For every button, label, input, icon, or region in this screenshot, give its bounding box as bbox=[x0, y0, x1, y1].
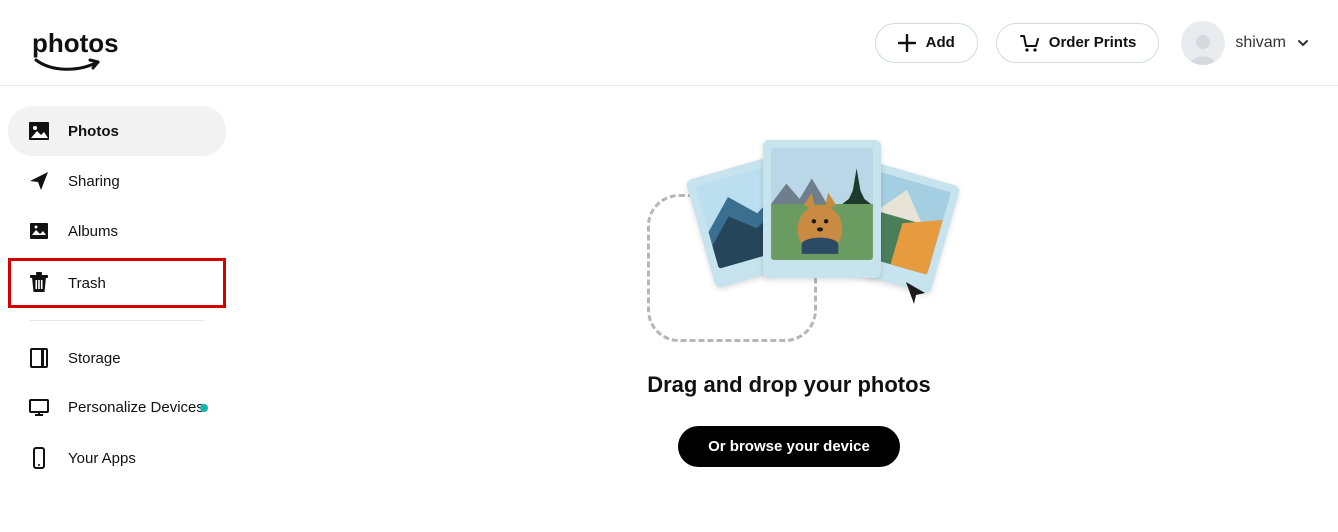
phone-icon bbox=[28, 447, 50, 469]
main-area: Drag and drop your photos Or browse your… bbox=[240, 86, 1338, 532]
order-prints-label: Order Prints bbox=[1049, 34, 1137, 51]
storage-icon bbox=[28, 347, 50, 369]
avatar-icon bbox=[1185, 29, 1221, 65]
plus-icon bbox=[898, 34, 916, 52]
content: Photos Sharing Albums Trash Storage bbox=[0, 86, 1338, 532]
header-actions: Add Order Prints shivam bbox=[875, 21, 1310, 65]
sidebar-item-your-apps[interactable]: Your Apps bbox=[8, 433, 226, 483]
sidebar: Photos Sharing Albums Trash Storage bbox=[0, 86, 240, 532]
add-button[interactable]: Add bbox=[875, 23, 978, 63]
photos-logo[interactable]: photos bbox=[32, 30, 119, 56]
notification-dot bbox=[200, 404, 208, 412]
cursor-icon bbox=[903, 280, 929, 306]
polaroid-center bbox=[763, 140, 881, 278]
monitor-icon bbox=[28, 397, 50, 419]
browse-device-button[interactable]: Or browse your device bbox=[678, 426, 900, 467]
sidebar-item-sharing[interactable]: Sharing bbox=[8, 156, 226, 206]
header: photos Add Order Prints bbox=[0, 0, 1338, 86]
logo-text: photos bbox=[32, 28, 119, 58]
chevron-down-icon bbox=[1296, 36, 1310, 50]
user-name: shivam bbox=[1235, 34, 1286, 52]
add-label: Add bbox=[926, 34, 955, 51]
user-menu[interactable]: shivam bbox=[1177, 21, 1310, 65]
drop-headline: Drag and drop your photos bbox=[647, 372, 931, 398]
avatar bbox=[1181, 21, 1225, 65]
sidebar-item-trash[interactable]: Trash bbox=[8, 258, 226, 308]
sidebar-item-label: Photos bbox=[68, 123, 119, 140]
sidebar-item-label: Trash bbox=[68, 275, 106, 292]
sidebar-item-albums[interactable]: Albums bbox=[8, 206, 226, 256]
order-prints-button[interactable]: Order Prints bbox=[996, 23, 1160, 63]
sidebar-item-photos[interactable]: Photos bbox=[8, 106, 226, 156]
sidebar-item-storage[interactable]: Storage bbox=[8, 333, 226, 383]
sidebar-item-label: Albums bbox=[68, 223, 118, 240]
sidebar-item-label: Sharing bbox=[68, 173, 120, 190]
browse-label: Or browse your device bbox=[708, 438, 870, 455]
sidebar-item-personalize-devices[interactable]: Personalize Devices bbox=[8, 383, 226, 433]
send-icon bbox=[28, 170, 50, 192]
trash-icon bbox=[28, 272, 50, 294]
drop-illustration bbox=[639, 136, 939, 366]
sidebar-item-label: Personalize Devices bbox=[68, 399, 204, 417]
cart-icon bbox=[1019, 34, 1039, 52]
sidebar-item-label: Storage bbox=[68, 350, 121, 367]
sidebar-item-label: Your Apps bbox=[68, 450, 136, 467]
divider bbox=[30, 320, 204, 321]
album-icon bbox=[28, 220, 50, 242]
image-icon bbox=[28, 120, 50, 142]
smile-icon bbox=[32, 56, 110, 78]
